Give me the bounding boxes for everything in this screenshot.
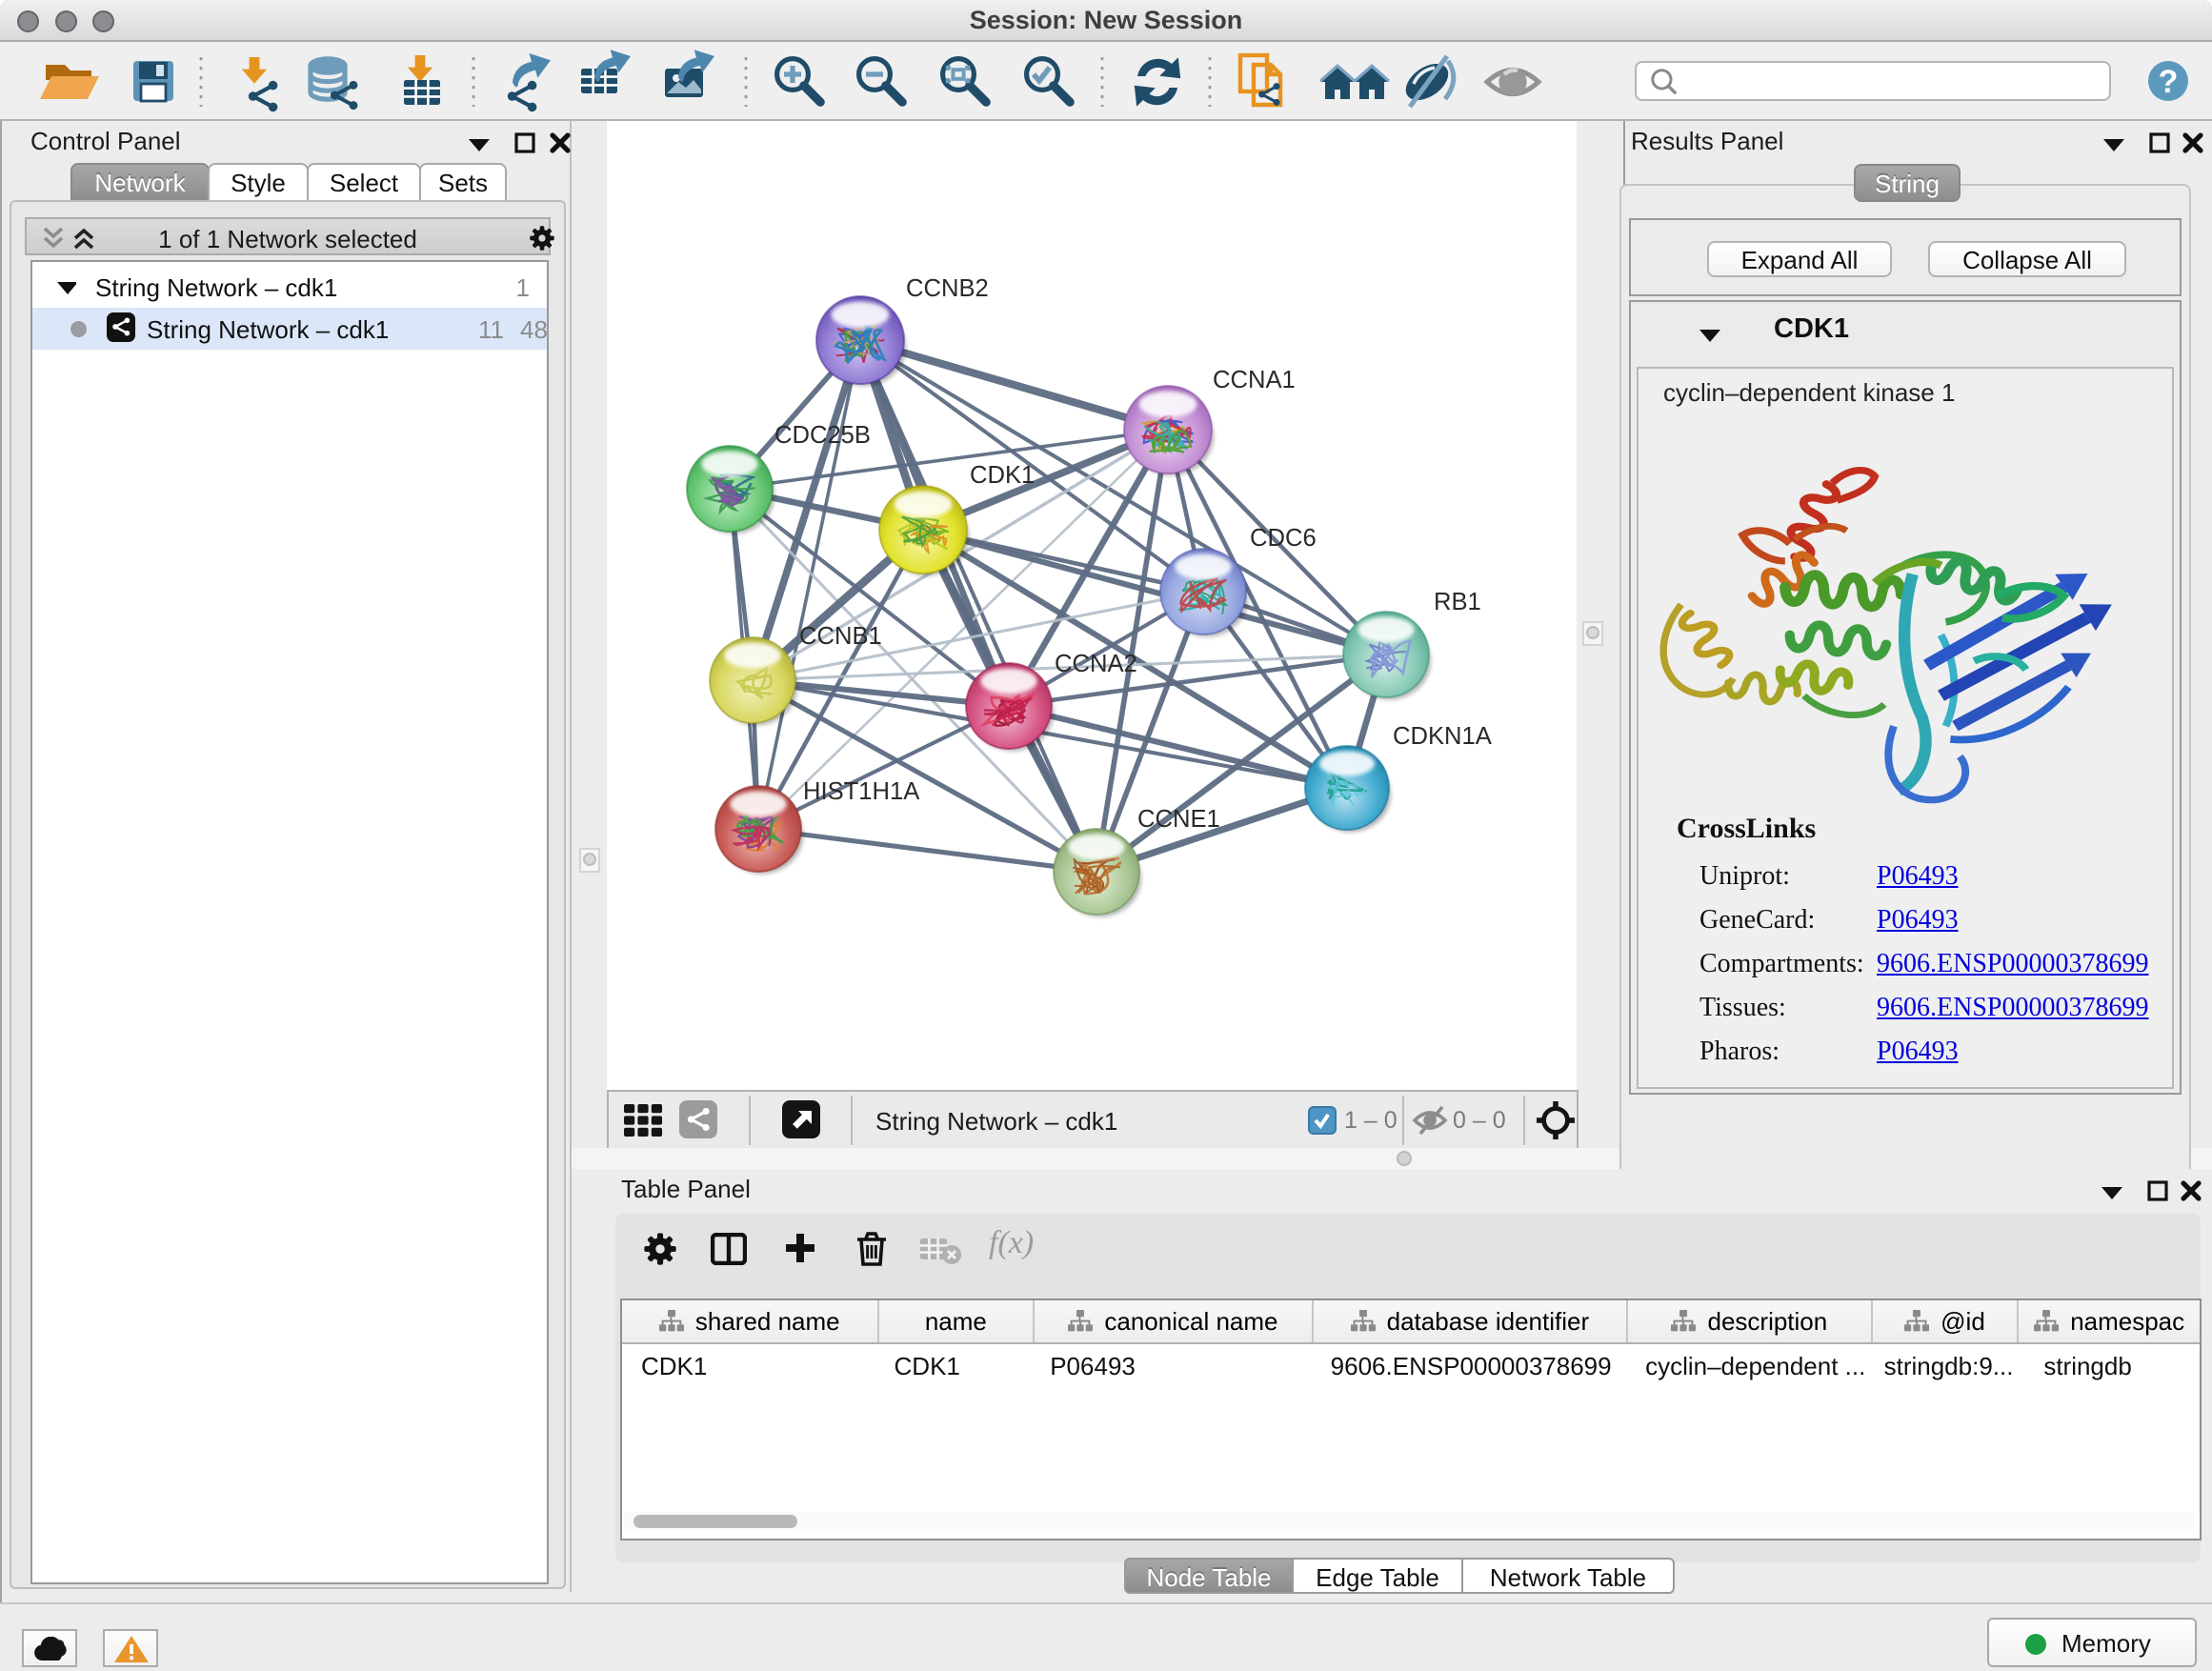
svg-text:CCNA2: CCNA2: [1055, 651, 1137, 677]
svg-text:HIST1H1A: HIST1H1A: [803, 778, 920, 805]
svg-text:CCNE1: CCNE1: [1137, 806, 1220, 833]
svg-text:?: ?: [2159, 64, 2179, 100]
svg-text:CCNB1: CCNB1: [799, 623, 882, 650]
svg-text:CDK1: CDK1: [970, 462, 1035, 489]
svg-text:CDC6: CDC6: [1250, 525, 1317, 552]
svg-text:CDKN1A: CDKN1A: [1393, 723, 1493, 750]
svg-text:CCNB2: CCNB2: [906, 275, 989, 302]
svg-text:CCNA1: CCNA1: [1213, 367, 1296, 393]
svg-text:RB1: RB1: [1434, 589, 1481, 615]
svg-text:CDC25B: CDC25B: [774, 422, 871, 449]
